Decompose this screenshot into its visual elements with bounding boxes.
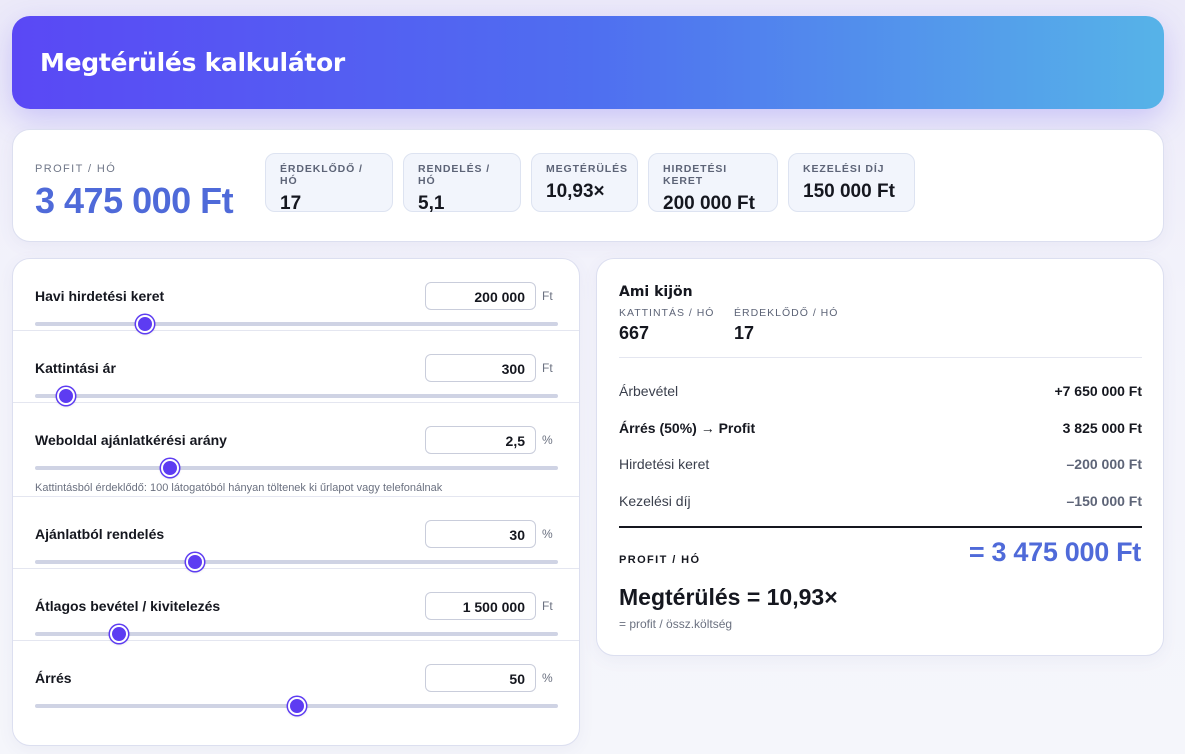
input-row-conversion-rate: Weboldal ajánlatkérési arány 2,5 % Katti… [13, 403, 579, 497]
line-label: Hirdetési keret [619, 456, 710, 472]
profit-value: 3 475 000 Ft [35, 180, 234, 221]
result-title: Ami kijön [619, 284, 693, 300]
chip-value: 17 [280, 193, 302, 214]
input-row-cpc: Kattintási ár 300 Ft [13, 331, 579, 405]
cpc-input[interactable]: 300 [425, 354, 536, 382]
summary-card: PROFIT / HÓ 3 475 000 Ft ÉRDEKLŐDŐ / HÓ … [12, 129, 1164, 242]
result-card: Ami kijön KATTINTÁS / HÓ 667 ÉRDEKLŐDŐ /… [596, 258, 1164, 656]
input-label: Weboldal ajánlatkérési arány [35, 432, 227, 448]
chip-label: MEGTÉRÜLÉS [546, 163, 628, 175]
page-title: Megtérülés kalkulátor [40, 48, 345, 77]
unit-label: Ft [542, 599, 553, 613]
inputs-card: Havi hirdetési keret 200 000 Ft Kattintá… [12, 258, 580, 746]
line-value: –200 000 Ft [1066, 456, 1143, 472]
kpi-value: 667 [619, 323, 650, 343]
line-ad-budget: Hirdetési keret –200 000 Ft [619, 456, 1142, 472]
slider-thumb[interactable] [287, 697, 306, 715]
cpc-slider[interactable] [35, 387, 558, 405]
conversion-hint: Kattintásból érdeklődő: 100 látogatóból … [35, 482, 443, 494]
order-rate-slider[interactable] [35, 553, 558, 571]
header-banner: Megtérülés kalkulátor [12, 16, 1164, 109]
chip-label: RENDELÉS / HÓ [418, 163, 491, 187]
chip-value: 5,1 [418, 193, 445, 214]
ad-budget-slider[interactable] [35, 315, 558, 333]
profit-label: PROFIT / HÓ [35, 163, 117, 175]
line-value: –150 000 Ft [1066, 493, 1143, 509]
unit-label: % [542, 433, 553, 447]
line-label: Kezelési díj [619, 493, 691, 509]
chip-label: ÉRDEKLŐDŐ / HÓ [280, 163, 363, 187]
line-value: 3 825 000 Ft [1062, 420, 1142, 436]
chip-roi: MEGTÉRÜLÉS 10,93× [531, 153, 638, 212]
input-label: Kattintási ár [35, 360, 116, 376]
kpi-value: 17 [734, 323, 755, 343]
unit-label: Ft [542, 289, 553, 303]
margin-slider[interactable] [35, 697, 558, 715]
unit-label: Ft [542, 361, 553, 375]
avg-revenue-slider[interactable] [35, 625, 558, 643]
chip-leads: ÉRDEKLŐDŐ / HÓ 17 [265, 153, 393, 214]
chip-value: 200 000 Ft [663, 193, 755, 214]
chip-value: 150 000 Ft [803, 181, 895, 202]
total-divider [619, 526, 1142, 528]
ad-budget-input[interactable]: 200 000 [425, 282, 536, 310]
line-revenue: Árbevétel +7 650 000 Ft [619, 383, 1142, 399]
slider-thumb[interactable] [160, 459, 179, 477]
line-label: Árbevétel [619, 383, 679, 399]
chip-management-fee: KEZELÉSI DÍJ 150 000 Ft [788, 153, 915, 212]
input-row-avg-revenue: Átlagos bevétel / kivitelezés 1 500 000 … [13, 569, 579, 643]
conversion-rate-slider[interactable] [35, 459, 558, 477]
line-margin-profit: Árrés (50%) → Profit 3 825 000 Ft [619, 420, 1142, 436]
input-row-margin: Árrés 50 % [13, 641, 579, 715]
input-row-ad-budget: Havi hirdetési keret 200 000 Ft [13, 259, 579, 333]
conversion-rate-input[interactable]: 2,5 [425, 426, 536, 454]
roi-formula: = profit / össz.költség [619, 617, 733, 631]
chip-value: 10,93× [546, 181, 605, 202]
chip-label: HIRDETÉSI KERET [663, 163, 728, 187]
line-label: Árrés (50%) → Profit [619, 420, 756, 436]
kpi-label: KATTINTÁS / HÓ [619, 307, 715, 319]
margin-input[interactable]: 50 [425, 664, 536, 692]
avg-revenue-input[interactable]: 1 500 000 [425, 592, 536, 620]
line-management-fee: Kezelési díj –150 000 Ft [619, 493, 1142, 509]
profit-label: PROFIT / HÓ [619, 554, 701, 566]
roi-value: Megtérülés = 10,93× [619, 584, 838, 610]
order-rate-input[interactable]: 30 [425, 520, 536, 548]
input-label: Havi hirdetési keret [35, 288, 165, 304]
chip-ad-budget: HIRDETÉSI KERET 200 000 Ft [648, 153, 778, 214]
chip-orders: RENDELÉS / HÓ 5,1 [403, 153, 521, 214]
input-label: Árrés [35, 670, 72, 686]
chip-label: KEZELÉSI DÍJ [803, 163, 885, 175]
input-row-order-rate: Ajánlatból rendelés 30 % [13, 497, 579, 571]
line-value: +7 650 000 Ft [1054, 383, 1142, 399]
kpi-label: ÉRDEKLŐDŐ / HÓ [734, 307, 839, 319]
unit-label: % [542, 671, 553, 685]
divider [619, 357, 1142, 358]
profit-total: = 3 475 000 Ft [968, 537, 1141, 567]
unit-label: % [542, 527, 553, 541]
input-label: Átlagos bevétel / kivitelezés [35, 598, 221, 614]
input-label: Ajánlatból rendelés [35, 526, 165, 542]
